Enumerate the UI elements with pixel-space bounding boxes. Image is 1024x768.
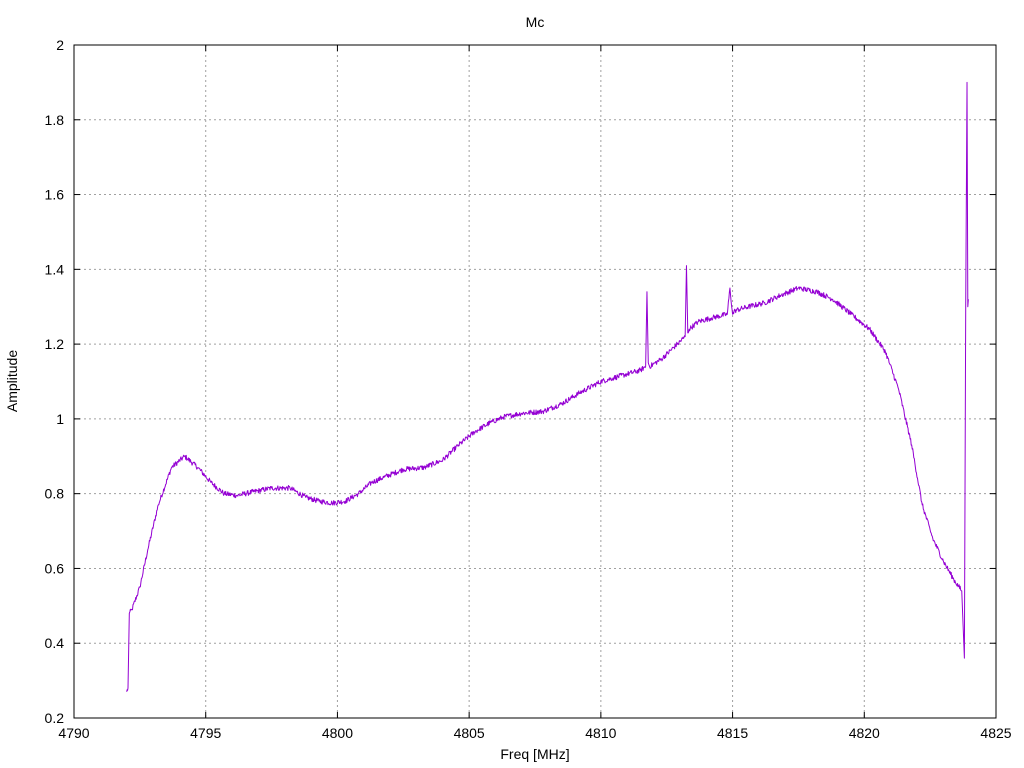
- x-tick-label: 4815: [717, 725, 748, 741]
- x-tick-label: 4805: [454, 725, 485, 741]
- chart-title: Mc: [526, 14, 545, 30]
- chart: Mc 4790 4795 4800 4805 4810 4815 4820 4825 0.2 0.…: [4, 14, 1012, 762]
- x-axis-label: Freq [MHz]: [500, 746, 569, 762]
- x-tick-label: 4820: [849, 725, 880, 741]
- y-tick-label: 1: [56, 411, 64, 427]
- x-tick-label: 4810: [585, 725, 616, 741]
- series-layer: [126, 81, 969, 692]
- series-line: [126, 81, 969, 692]
- y-tick-label: 1.2: [45, 336, 65, 352]
- plot-frame: [73, 44, 997, 719]
- x-tick-label: 4800: [322, 725, 353, 741]
- y-tick-label: 0.6: [45, 560, 65, 576]
- x-tick-label: 4825: [980, 725, 1011, 741]
- y-tick-label: 0.2: [45, 710, 65, 726]
- grid: [74, 45, 996, 718]
- y-tick-label: 1.6: [45, 187, 65, 203]
- x-tick-label: 4790: [58, 725, 89, 741]
- y-tick-label: 1.8: [45, 112, 65, 128]
- y-tick-label: 0.4: [45, 635, 65, 651]
- y-axis-label: Amplitude: [4, 350, 20, 412]
- y-tick-label: 1.4: [45, 261, 65, 277]
- y-tick-label: 0.8: [45, 486, 65, 502]
- y-tick-label: 2: [56, 37, 64, 53]
- ticks: 4790 4795 4800 4805 4810 4815 4820 4825 0.2 0.4 0.…: [45, 37, 1012, 741]
- x-tick-label: 4795: [190, 725, 221, 741]
